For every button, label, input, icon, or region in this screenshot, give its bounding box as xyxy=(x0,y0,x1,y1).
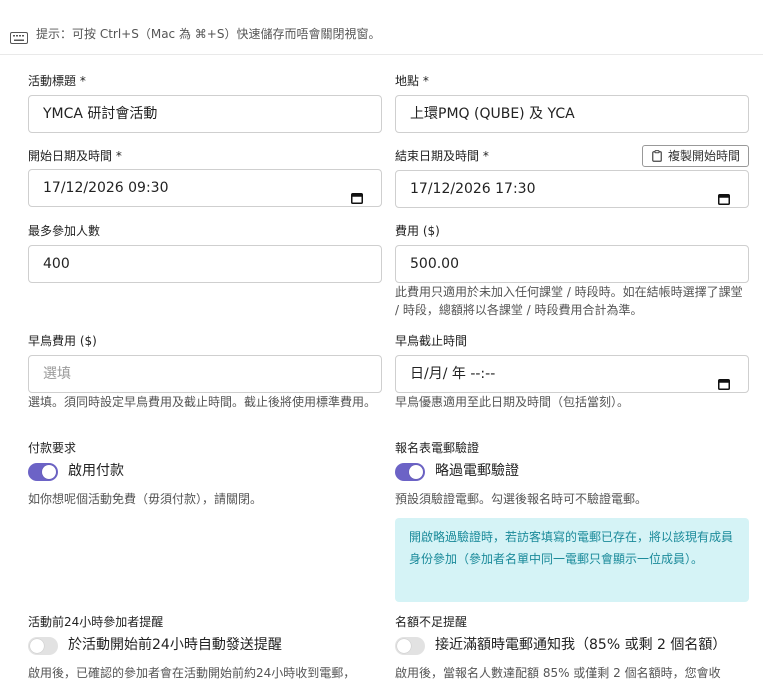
tip-text: 提示：可按 Ctrl+S（Mac 為 ⌘+S）快速儲存而唔會關閉視窗。 xyxy=(36,27,381,41)
early-deadline-label: 早鳥截止時間 xyxy=(395,334,468,348)
reminder-toggle-label[interactable]: 於活動開始前24小時自動發送提醒 xyxy=(68,636,282,654)
reminder-hint: 啟用後，已確認的參加者會在活動開始前約24小時收到電郵， xyxy=(28,666,356,680)
fee-label: 費用 ($) xyxy=(395,224,440,238)
start-label: 開始日期及時間 * xyxy=(28,149,122,163)
email-verify-alert: 開啟略過驗證時，若訪客填寫的電郵已存在，將以該現有成員身份參加（參加者名單中同一… xyxy=(395,518,749,602)
end-datetime-value: 17/12/2026 17:30 xyxy=(410,181,536,197)
early-deadline-input[interactable]: 日/月/ 年 --:-- xyxy=(395,355,749,393)
capacity-toggle[interactable] xyxy=(395,637,425,655)
payment-toggle-label[interactable]: 啟用付款 xyxy=(68,462,124,480)
calendar-icon[interactable] xyxy=(718,368,730,392)
keyboard-icon xyxy=(10,29,28,48)
early-fee-input[interactable]: 選填 xyxy=(28,355,382,393)
payment-hint: 如你想呢個活動免費（毋須付款），請關閉。 xyxy=(28,492,263,506)
payment-toggle[interactable] xyxy=(28,463,58,481)
tip-bar: 提示：可按 Ctrl+S（Mac 為 ⌘+S）快速儲存而唔會關閉視窗。 xyxy=(0,0,763,55)
title-label: 活動標題 * xyxy=(28,74,86,88)
end-datetime-input[interactable]: 17/12/2026 17:30 xyxy=(395,170,749,208)
early-deadline-hint: 早鳥優惠適用至此日期及時間（包括當刻）。 xyxy=(395,395,630,409)
early-fee-hint: 選填。須同時設定早鳥費用及截止時間。截止後將使用標準費用。 xyxy=(28,395,377,409)
email-verify-toggle-label[interactable]: 略過電郵驗證 xyxy=(435,462,519,480)
toggle-knob xyxy=(42,465,56,479)
toggle-knob xyxy=(30,639,44,653)
early-fee-label: 早鳥費用 ($) xyxy=(28,334,97,348)
email-verify-hint: 預設須驗證電郵。勾選後報名時可不驗證電郵。 xyxy=(395,492,648,506)
start-datetime-input[interactable]: 17/12/2026 09:30 xyxy=(28,169,382,207)
early-deadline-value: 日/月/ 年 --:-- xyxy=(410,366,496,382)
copy-start-time-button[interactable]: 複製開始時間 xyxy=(642,145,749,167)
toggle-knob xyxy=(409,465,423,479)
fee-input[interactable]: 500.00 xyxy=(395,245,749,283)
location-input[interactable]: 上環PMQ (QUBE) 及 YCA xyxy=(395,95,749,133)
email-verify-section-label: 報名表電郵驗證 xyxy=(395,441,480,455)
payment-section-label: 付款要求 xyxy=(28,441,77,455)
copy-start-time-label: 複製開始時間 xyxy=(668,149,741,163)
capacity-toggle-label[interactable]: 接近滿額時電郵通知我（85% 或剩 2 個名額） xyxy=(435,636,726,654)
capacity-section-label: 名額不足提醒 xyxy=(395,615,468,629)
location-label: 地點 * xyxy=(395,74,429,88)
reminder-section-label: 活動前24小時參加者提醒 xyxy=(28,615,164,629)
calendar-icon[interactable] xyxy=(718,183,730,207)
title-input[interactable]: YMCA 研討會活動 xyxy=(28,95,382,133)
capacity-hint: 啟用後，當報名人數達配額 85% 或僅剩 2 個名額時，您會收 xyxy=(395,666,721,680)
start-datetime-value: 17/12/2026 09:30 xyxy=(43,180,169,196)
end-label: 結束日期及時間 * xyxy=(395,149,489,163)
calendar-icon[interactable] xyxy=(351,182,363,206)
max-participants-label: 最多參加人數 xyxy=(28,224,101,238)
toggle-knob xyxy=(397,639,411,653)
email-verify-toggle[interactable] xyxy=(395,463,425,481)
clipboard-icon xyxy=(652,150,662,162)
reminder-toggle[interactable] xyxy=(28,637,58,655)
max-participants-input[interactable]: 400 xyxy=(28,245,382,283)
fee-hint: 此費用只適用於未加入任何課堂 / 時段時。如在結帳時選擇了課堂 / 時段，總額將… xyxy=(395,285,743,317)
